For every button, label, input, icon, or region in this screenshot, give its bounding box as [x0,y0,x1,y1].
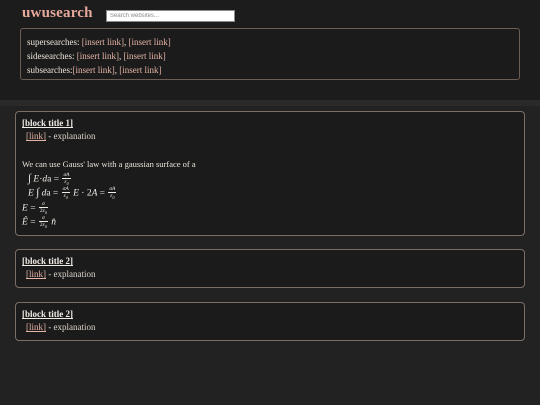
search-input[interactable] [106,10,235,22]
separator: , [118,51,122,61]
sidesearches-label: sidesearches: [27,51,75,61]
block-subtitle: [link] - explanation [26,131,95,141]
supersearch-link[interactable]: [insert link] [128,37,170,47]
result-block: [block title 1] [link] - explanation We … [15,111,525,236]
equation: E ∫ da = σA ε0 E · 2A = σA ε0 [28,186,117,201]
equation: Ê = σ 2ε0 n̂ [22,215,56,230]
separator: , [114,65,117,75]
block-subtitle: [link] - explanation [26,322,95,332]
subsearch-link[interactable]: [insert link] [119,65,161,75]
site-logo[interactable]: uwusearch [22,5,93,22]
sidesearch-link[interactable]: [insert link] [123,51,165,61]
sidesearches-row: sidesearches: [insert link], [insert lin… [27,49,519,63]
block-link[interactable]: [link] [26,269,46,279]
block-title[interactable]: [block title 2] [22,309,73,319]
related-searches-panel: supersearches: [insert link], [insert li… [20,28,520,80]
equation: ∫ E·da = σA ε0 [28,172,71,187]
sidesearch-link[interactable]: [insert link] [77,51,119,61]
block-title[interactable]: [block title 1] [22,118,73,128]
block-explanation: - explanation [48,131,96,141]
result-block: [block title 2] [link] - explanation [15,302,525,341]
subsearches-row: subsearches:[insert link], [insert link] [27,63,519,77]
block-title[interactable]: [block title 2] [22,256,73,266]
equation: E = σ 2ε0 [22,201,48,216]
subsearches-label: subsearches: [27,65,73,75]
block-explanation: - explanation [48,322,96,332]
block-link[interactable]: [link] [26,322,46,332]
block-explanation: - explanation [48,269,96,279]
block-subtitle: [link] - explanation [26,269,95,279]
supersearches-label: supersearches: [27,37,80,47]
separator: , [123,37,127,47]
block-link[interactable]: [link] [26,131,46,141]
subsearch-link[interactable]: [insert link] [72,65,114,75]
result-block: [block title 2] [link] - explanation [15,249,525,288]
divider [0,100,540,106]
supersearches-row: supersearches: [insert link], [insert li… [27,35,519,49]
block-body-text: We can use Gauss' law with a gaussian su… [22,159,196,169]
supersearch-link[interactable]: [insert link] [82,37,124,47]
